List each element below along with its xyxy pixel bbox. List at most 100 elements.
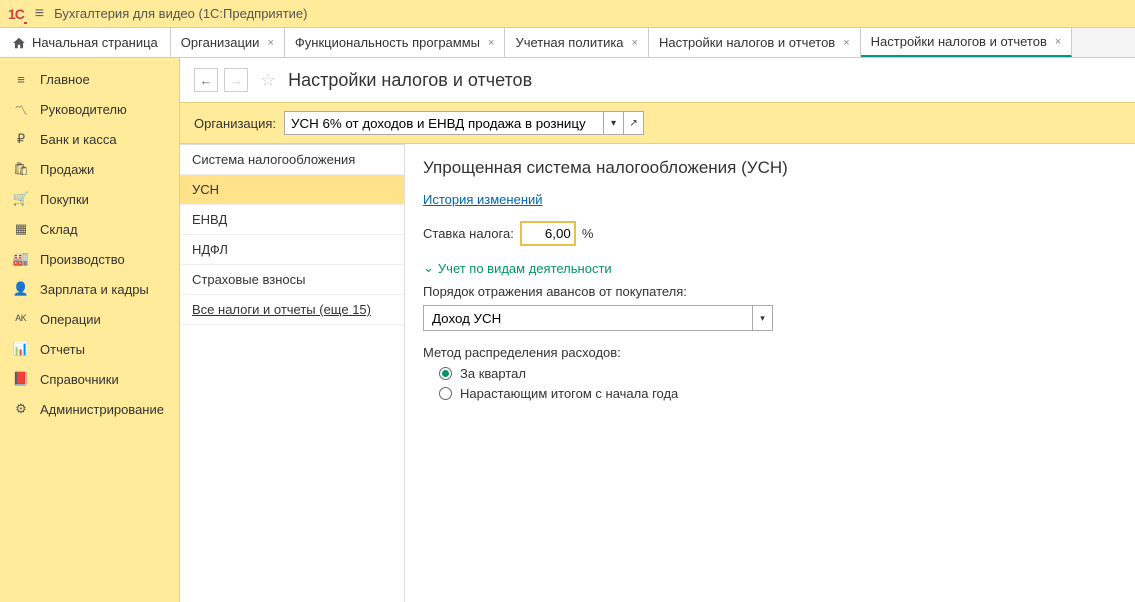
sidebar-label: Банк и касса: [40, 132, 117, 147]
chevron-down-icon: ⌄: [423, 260, 434, 276]
sidebar-item-salary[interactable]: 👤Зарплата и кадры: [0, 274, 179, 304]
advance-dropdown: ▾: [423, 305, 1117, 331]
advance-dropdown-button[interactable]: ▾: [753, 305, 773, 331]
bag-icon: 🛍: [12, 161, 30, 177]
page-title: Настройки налогов и отчетов: [288, 70, 532, 91]
logo-1c: 1C: [8, 6, 27, 22]
factory-icon: 🏭: [12, 251, 30, 267]
person-icon: 👤: [12, 281, 30, 297]
sidebar-item-production[interactable]: 🏭 Производство: [0, 244, 179, 274]
org-open-button[interactable]: ↗: [624, 111, 644, 135]
close-icon[interactable]: ×: [267, 37, 273, 49]
sidebar-item-admin[interactable]: ⚙ Администрирование: [0, 394, 179, 424]
gear-icon: ⚙: [12, 401, 30, 417]
book-icon: 📕: [12, 371, 30, 387]
app-title: Бухгалтерия для видео (1С:Предприятие): [54, 6, 307, 21]
tab-accounting-policy[interactable]: Учетная политика ×: [505, 28, 649, 57]
content-body: Система налогообложения УСН ЕНВД НДФЛ Ст…: [180, 144, 1135, 602]
org-label: Организация:: [194, 116, 276, 131]
nav-insurance[interactable]: Страховые взносы: [180, 265, 404, 295]
tab-label: Учетная политика: [515, 35, 623, 50]
sidebar-item-manager[interactable]: 〽 Руководителю: [0, 94, 179, 124]
radio-quarter[interactable]: [439, 367, 452, 380]
sidebar-item-operations[interactable]: ᴬᴷ Операции: [0, 304, 179, 334]
sidebar-item-warehouse[interactable]: ▦ Склад: [0, 214, 179, 244]
tab-label: Организации: [181, 35, 260, 50]
org-select: ▾ ↗: [284, 111, 644, 135]
menu-icon[interactable]: ≡: [35, 5, 44, 23]
home-icon: [12, 36, 26, 50]
nav-envd[interactable]: ЕНВД: [180, 205, 404, 235]
radio-cumulative-label: Нарастающим итогом с начала года: [460, 386, 678, 401]
nav-back-button[interactable]: ←: [194, 68, 218, 92]
tab-home[interactable]: Начальная страница: [0, 28, 171, 57]
sidebar-label: Операции: [40, 312, 101, 327]
content-area: ← → ☆ Настройки налогов и отчетов Органи…: [180, 58, 1135, 602]
close-icon[interactable]: ×: [488, 37, 494, 49]
sidebar-label: Продажи: [40, 162, 94, 177]
rate-row: Ставка налога: %: [423, 221, 1117, 246]
sidebar-item-purchases[interactable]: 🛒 Покупки: [0, 184, 179, 214]
tab-organizations[interactable]: Организации ×: [171, 28, 285, 57]
tab-tax-settings-1[interactable]: Настройки налогов и отчетов ×: [649, 28, 861, 57]
nav-all-taxes-link[interactable]: Все налоги и отчеты (еще 15): [180, 295, 404, 325]
bar-icon: 📊: [12, 341, 30, 357]
radio-quarter-row: За квартал: [423, 366, 1117, 381]
page-header: ← → ☆ Настройки налогов и отчетов: [180, 58, 1135, 102]
star-icon[interactable]: ☆: [260, 70, 276, 91]
tab-tax-settings-2[interactable]: Настройки налогов и отчетов ×: [861, 28, 1073, 57]
title-bar: 1C ≡ Бухгалтерия для видео (1С:Предприят…: [0, 0, 1135, 28]
radio-cumulative[interactable]: [439, 387, 452, 400]
sidebar-label: Руководителю: [40, 102, 127, 117]
tab-label: Настройки налогов и отчетов: [659, 35, 835, 50]
expand-label: Учет по видам деятельности: [438, 261, 612, 276]
ops-icon: ᴬᴷ: [12, 311, 30, 327]
history-link[interactable]: История изменений: [423, 192, 543, 207]
advance-input[interactable]: [423, 305, 753, 331]
method-label: Метод распределения расходов:: [423, 345, 1117, 360]
cart-icon: 🛒: [12, 191, 30, 207]
close-icon[interactable]: ×: [632, 37, 638, 49]
radio-cumulative-row: Нарастающим итогом с начала года: [423, 386, 1117, 401]
nav-tax-system[interactable]: Система налогообложения: [180, 144, 404, 175]
close-icon[interactable]: ×: [843, 37, 849, 49]
nav-forward-button[interactable]: →: [224, 68, 248, 92]
sidebar-item-main[interactable]: ≡ Главное: [0, 64, 179, 94]
sidebar-label: Склад: [40, 222, 78, 237]
sidebar-item-catalogs[interactable]: 📕 Справочники: [0, 364, 179, 394]
tab-functionality[interactable]: Функциональность программы ×: [285, 28, 506, 57]
boxes-icon: ▦: [12, 221, 30, 237]
expand-activity-types[interactable]: ⌄ Учет по видам деятельности: [423, 260, 1117, 276]
sidebar-item-sales[interactable]: 🛍 Продажи: [0, 154, 179, 184]
settings-nav: Система налогообложения УСН ЕНВД НДФЛ Ст…: [180, 144, 405, 602]
tab-label: Настройки налогов и отчетов: [871, 34, 1047, 49]
list-icon: ≡: [12, 71, 30, 87]
radio-quarter-label: За квартал: [460, 366, 526, 381]
chart-icon: 〽: [12, 101, 30, 117]
nav-usn[interactable]: УСН: [180, 175, 404, 205]
tab-home-label: Начальная страница: [32, 35, 158, 50]
rate-unit: %: [582, 226, 594, 241]
form-area: Упрощенная система налогообложения (УСН)…: [405, 144, 1135, 602]
sidebar-label: Справочники: [40, 372, 119, 387]
sidebar-label: Покупки: [40, 192, 89, 207]
ruble-icon: ₽: [12, 131, 30, 147]
section-title: Упрощенная система налогообложения (УСН): [423, 158, 1117, 178]
sidebar-label: Производство: [40, 252, 125, 267]
org-input[interactable]: [284, 111, 604, 135]
close-icon[interactable]: ×: [1055, 36, 1061, 48]
sidebar-label: Отчеты: [40, 342, 85, 357]
nav-ndfl[interactable]: НДФЛ: [180, 235, 404, 265]
sidebar-item-reports[interactable]: 📊 Отчеты: [0, 334, 179, 364]
sidebar-label: Администрирование: [40, 402, 164, 417]
advance-label: Порядок отражения авансов от покупателя:: [423, 284, 1117, 299]
rate-label: Ставка налога:: [423, 226, 514, 241]
tab-label: Функциональность программы: [295, 35, 480, 50]
main-layout: ≡ Главное 〽 Руководителю ₽ Банк и касса 🛍 Пр…: [0, 58, 1135, 602]
organization-bar: Организация: ▾ ↗: [180, 102, 1135, 144]
sidebar-item-bank[interactable]: ₽ Банк и касса: [0, 124, 179, 154]
sidebar-label: Главное: [40, 72, 90, 87]
tabs-bar: Начальная страница Организации × Функцио…: [0, 28, 1135, 58]
rate-input[interactable]: [520, 221, 576, 246]
org-dropdown-button[interactable]: ▾: [604, 111, 624, 135]
